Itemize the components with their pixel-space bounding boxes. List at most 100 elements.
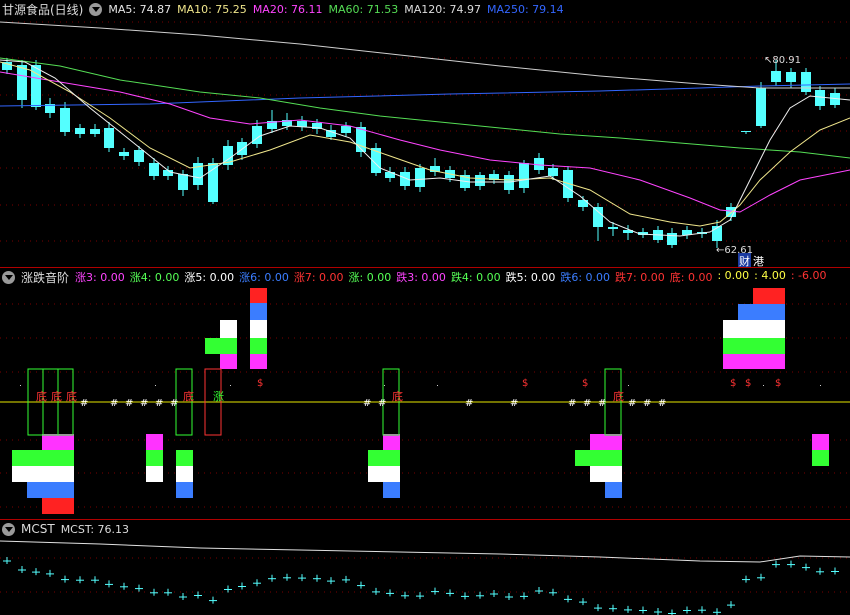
signal-chart[interactable]: 底底底底底底涨# # # # # # # # # # # # # # # #$ $ $ $ $ $	[0, 268, 850, 519]
price-panel-header: 甘源食品(日线) MA5: 74.87 MA10: 75.25 MA20: 76.1…	[2, 1, 564, 17]
candle-body	[548, 168, 558, 176]
signal-block	[250, 288, 267, 303]
candle-body	[534, 158, 544, 170]
di-label: 底	[392, 389, 403, 403]
dollar-mark: $	[522, 378, 528, 389]
signal-indicator: : -6.00	[790, 269, 827, 282]
tag-gang[interactable]: 港	[753, 253, 764, 267]
signal-block	[146, 466, 163, 482]
signal-dot	[437, 385, 438, 386]
candle-body	[341, 126, 351, 133]
signal-indicator: 涨6: 0.00	[239, 271, 289, 284]
candle-body	[326, 130, 336, 137]
signal-indicator: 底: 0.00	[669, 271, 713, 284]
mcst-indicator: MCST: 76.13	[60, 522, 130, 536]
price-indicator: MA120: 74.97	[404, 2, 481, 16]
signal-indicator: 涨4: 0.00	[129, 271, 180, 284]
signal-block	[176, 466, 193, 482]
hash-mark: #	[140, 398, 148, 409]
mcst-panel[interactable]: MCST MCST: 76.13	[0, 520, 850, 615]
signal-block	[590, 466, 622, 482]
signal-block	[250, 320, 267, 338]
signal-block	[590, 434, 622, 450]
price-chart[interactable]	[0, 0, 850, 267]
signal-block	[250, 354, 267, 369]
price-panel[interactable]: 甘源食品(日线) MA5: 74.87 MA10: 75.25 MA20: 76.1…	[0, 0, 850, 267]
signal-block	[27, 482, 74, 498]
signal-indicator: 跌6: 0.00	[560, 271, 611, 284]
hash-mark: #	[643, 398, 651, 409]
candle-body	[786, 72, 796, 82]
dollar-mark: $	[257, 378, 263, 389]
di-label: 底	[36, 389, 47, 403]
signal-dot	[628, 385, 629, 386]
candle-body	[134, 150, 144, 162]
candle-body	[756, 88, 766, 126]
candle-body	[17, 65, 27, 100]
price-indicator: MA20: 76.11	[252, 2, 323, 16]
hash-mark: #	[125, 398, 133, 409]
hash-mark: #	[628, 398, 636, 409]
hash-mark: #	[598, 398, 606, 409]
signal-block	[723, 338, 785, 354]
price-indicator: MA10: 75.25	[177, 2, 247, 16]
signal-block	[12, 450, 74, 466]
price-indicator: MA60: 71.53	[328, 2, 399, 16]
di-label: 底	[66, 389, 77, 403]
mcst-panel-title: MCST	[21, 522, 55, 536]
signal-dot	[155, 385, 156, 386]
signal-panel-header: 涨跌音阶 涨3: 0.00 涨4: 0.00 涨5: 0.00 涨6: 0.00 涨7:…	[2, 269, 827, 285]
signal-dot	[763, 385, 764, 386]
mcst-line	[0, 540, 850, 563]
signal-block	[250, 338, 267, 354]
zhang-label: 涨	[213, 390, 224, 403]
signal-panel-title: 涨跌音阶	[21, 270, 70, 285]
signal-block	[605, 482, 622, 498]
signal-indicator: 跌7: 0.00	[615, 271, 665, 284]
candle-body	[801, 72, 811, 92]
hash-mark: #	[465, 398, 473, 409]
signal-block	[250, 303, 267, 320]
signal-indicator: 涨: 0.00	[348, 271, 392, 284]
candle-body	[519, 163, 529, 188]
signal-block	[205, 338, 237, 354]
candle-body	[741, 131, 751, 132]
candle-body	[667, 233, 677, 245]
signal-block	[176, 450, 193, 466]
signal-dot	[820, 385, 821, 386]
dollar-mark: $	[745, 378, 751, 389]
signal-dot	[230, 385, 231, 386]
di-label: 底	[51, 389, 62, 403]
hash-mark: #	[110, 398, 118, 409]
hash-mark: #	[568, 398, 576, 409]
signal-indicator: 跌3: 0.00	[396, 271, 446, 284]
candle-body	[771, 71, 781, 82]
signal-dot	[384, 385, 385, 386]
signal-block	[220, 354, 237, 369]
signal-indicator: : 4.00	[754, 269, 786, 282]
candle-body	[104, 128, 114, 148]
ma20-line	[0, 71, 850, 213]
ma60-line	[0, 57, 850, 159]
candle-body	[608, 227, 618, 229]
signal-dot	[20, 385, 21, 386]
signal-indicator: 跌4: 0.00	[450, 271, 501, 284]
signal-block	[575, 450, 622, 466]
chevron-down-icon[interactable]	[2, 270, 15, 284]
di-label: 底	[613, 389, 624, 403]
chevron-down-icon[interactable]	[2, 522, 15, 536]
dollar-mark: $	[582, 378, 588, 389]
mcst-panel-header: MCST MCST: 76.13	[2, 521, 129, 537]
dollar-mark: $	[730, 378, 736, 389]
hash-mark: #	[80, 398, 88, 409]
candle-body	[593, 207, 603, 227]
hash-mark: #	[378, 398, 386, 409]
candle-body	[90, 129, 100, 134]
signal-panel[interactable]: 涨跌音阶 涨3: 0.00 涨4: 0.00 涨5: 0.00 涨6: 0.00 涨7:…	[0, 268, 850, 519]
tag-cai[interactable]: 财	[738, 253, 751, 267]
chevron-down-icon[interactable]	[89, 2, 103, 16]
candle-body	[815, 90, 825, 106]
signal-indicator: : 0.00	[717, 269, 750, 282]
ma5-line	[0, 59, 850, 237]
price-indicator: MA250: 79.14	[486, 2, 564, 16]
